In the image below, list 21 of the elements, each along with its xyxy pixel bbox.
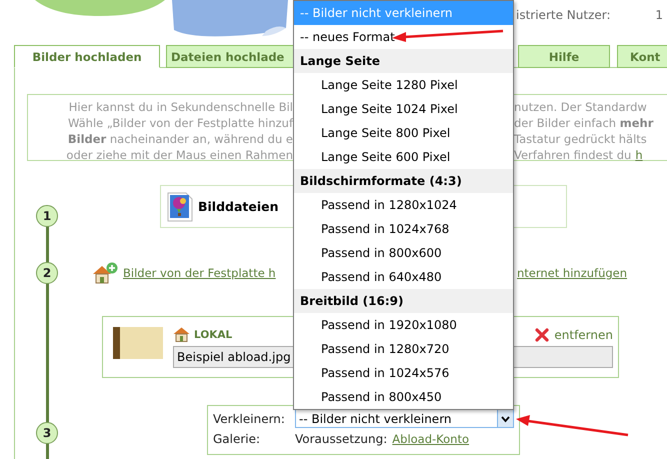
requirement-text: Voraussetzung: bbox=[295, 432, 388, 446]
intro-text: Hier kannst du in Sekundenschnelle Bil bbox=[68, 99, 293, 115]
step-number: 1 bbox=[36, 205, 58, 227]
source-label: LOKAL bbox=[194, 328, 232, 340]
intro-text: Wähle „Bilder von der Festplatte hinzuf bbox=[68, 115, 293, 131]
intro-text: nutzen. Der Standardw bbox=[514, 99, 647, 115]
intro-text: Bilder nacheinander an, während du e bbox=[68, 131, 293, 147]
intro-text: oder ziehe mit der Maus einen Rahmen bbox=[66, 147, 293, 163]
field-label: Verkleinern: bbox=[213, 412, 286, 426]
option-group-label: Bildschirmformate (4:3) bbox=[294, 169, 513, 193]
option-group-label: Lange Seite bbox=[294, 49, 513, 73]
intro-text: der Bilder einfach mehr bbox=[514, 115, 654, 131]
stat-value: 1 bbox=[655, 8, 663, 22]
intro-text: Verfahren findest du bbox=[514, 147, 632, 163]
stat-label: istrierte Nutzer: bbox=[516, 8, 611, 22]
intro-text: Tastatur gedrückt hälts bbox=[514, 131, 647, 147]
field-label: Galerie: bbox=[213, 432, 262, 446]
option-group-label: Breitbild (16:9) bbox=[294, 289, 513, 313]
step-number: 2 bbox=[36, 262, 58, 284]
step-number: 3 bbox=[36, 422, 58, 444]
file-type-label: Bilddateien bbox=[198, 199, 279, 214]
